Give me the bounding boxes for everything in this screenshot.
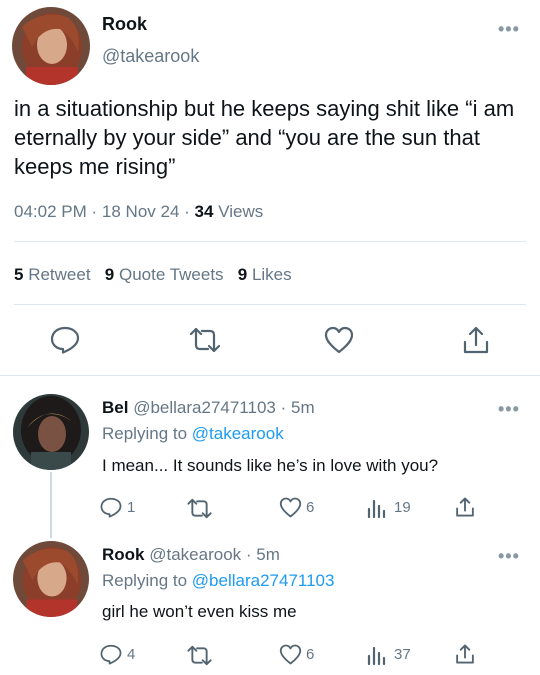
retweets-stat[interactable]: 5 Retweet <box>14 265 95 284</box>
thread-line <box>50 472 52 538</box>
reply-count: 1 <box>127 499 136 516</box>
retweet-icon[interactable] <box>186 645 213 666</box>
likes-label: Likes <box>251 265 292 284</box>
reply-header: Bel @bellara27471103 · 5m <box>102 398 315 418</box>
avatar[interactable] <box>13 541 89 617</box>
more-icon[interactable]: ••• <box>498 20 520 38</box>
reply-header: Rook @takearook · 5m <box>102 545 280 565</box>
reply-author-handle[interactable]: @takearook <box>149 545 241 564</box>
likes-count: 9 <box>237 265 248 284</box>
meta-separator: · <box>184 202 190 221</box>
reply-author-name[interactable]: Bel <box>102 398 128 417</box>
meta-separator: · <box>245 545 252 564</box>
divider <box>14 304 526 305</box>
divider <box>14 241 526 242</box>
replying-to-handle[interactable]: @takearook <box>192 424 284 443</box>
quotes-count: 9 <box>104 265 115 284</box>
replying-to-label: Replying to <box>102 571 188 590</box>
view-count: 37 <box>394 646 411 663</box>
reply-icon[interactable] <box>50 326 80 354</box>
retweet-icon[interactable] <box>188 327 222 353</box>
tweet-time[interactable]: 04:02 PM <box>14 202 87 221</box>
reply-icon[interactable] <box>100 644 122 665</box>
reply-author-name[interactable]: Rook <box>102 545 145 564</box>
reply-text: girl he won’t even kiss me <box>102 602 297 621</box>
heart-icon[interactable] <box>279 497 302 518</box>
views-icon[interactable] <box>366 644 388 665</box>
replying-to: Replying to @takearook <box>102 424 284 444</box>
avatar[interactable] <box>12 7 90 85</box>
views-icon[interactable] <box>366 497 388 518</box>
likes-stat[interactable]: 9 Likes <box>238 265 292 284</box>
heart-icon[interactable] <box>324 326 354 354</box>
retweets-count: 5 <box>14 265 24 284</box>
replying-to-handle[interactable]: @bellara27471103 <box>192 571 335 590</box>
retweet-icon[interactable] <box>186 498 213 519</box>
retweets-label: Retweet <box>28 265 91 284</box>
reply-age[interactable]: 5m <box>291 398 315 417</box>
quotes-stat[interactable]: 9 Quote Tweets <box>105 265 229 284</box>
reply-count: 4 <box>127 646 136 663</box>
meta-separator: · <box>280 398 287 417</box>
tweet-date[interactable]: 18 Nov 24 <box>102 202 180 221</box>
reply-age[interactable]: 5m <box>256 545 280 564</box>
replying-to: Replying to @bellara27471103 <box>102 571 334 591</box>
share-icon[interactable] <box>455 496 475 518</box>
views-label: Views <box>218 202 264 221</box>
view-count: 19 <box>394 499 411 516</box>
replying-to-label: Replying to <box>102 424 188 443</box>
tweet-text: in a situationship but he keeps saying s… <box>14 96 515 179</box>
more-icon[interactable]: ••• <box>498 547 520 565</box>
author-name[interactable]: Rook <box>102 14 147 35</box>
avatar-image <box>13 541 89 617</box>
like-count: 6 <box>306 646 315 663</box>
more-icon[interactable]: ••• <box>498 400 520 418</box>
heart-icon[interactable] <box>279 644 302 665</box>
meta-separator: · <box>91 202 98 221</box>
avatar-image <box>12 7 90 85</box>
quotes-label: Quote Tweets <box>118 265 224 284</box>
reply-icon[interactable] <box>100 497 122 518</box>
share-icon[interactable] <box>462 325 490 355</box>
share-icon[interactable] <box>455 643 475 665</box>
reply-author-handle[interactable]: @bellara27471103 <box>133 398 276 417</box>
divider <box>0 375 540 376</box>
reply-text: I mean... It sounds like he’s in love wi… <box>102 456 439 475</box>
like-count: 6 <box>306 499 315 516</box>
engagement-stats: 5 Retweet 9 Quote Tweets 9 Likes <box>14 265 292 285</box>
views-count: 34 <box>194 202 214 221</box>
avatar[interactable] <box>13 394 89 470</box>
avatar-image <box>13 394 89 470</box>
author-handle[interactable]: @takearook <box>102 46 199 67</box>
tweet-meta: 04:02 PM · 18 Nov 24 · 34 Views <box>14 202 263 222</box>
